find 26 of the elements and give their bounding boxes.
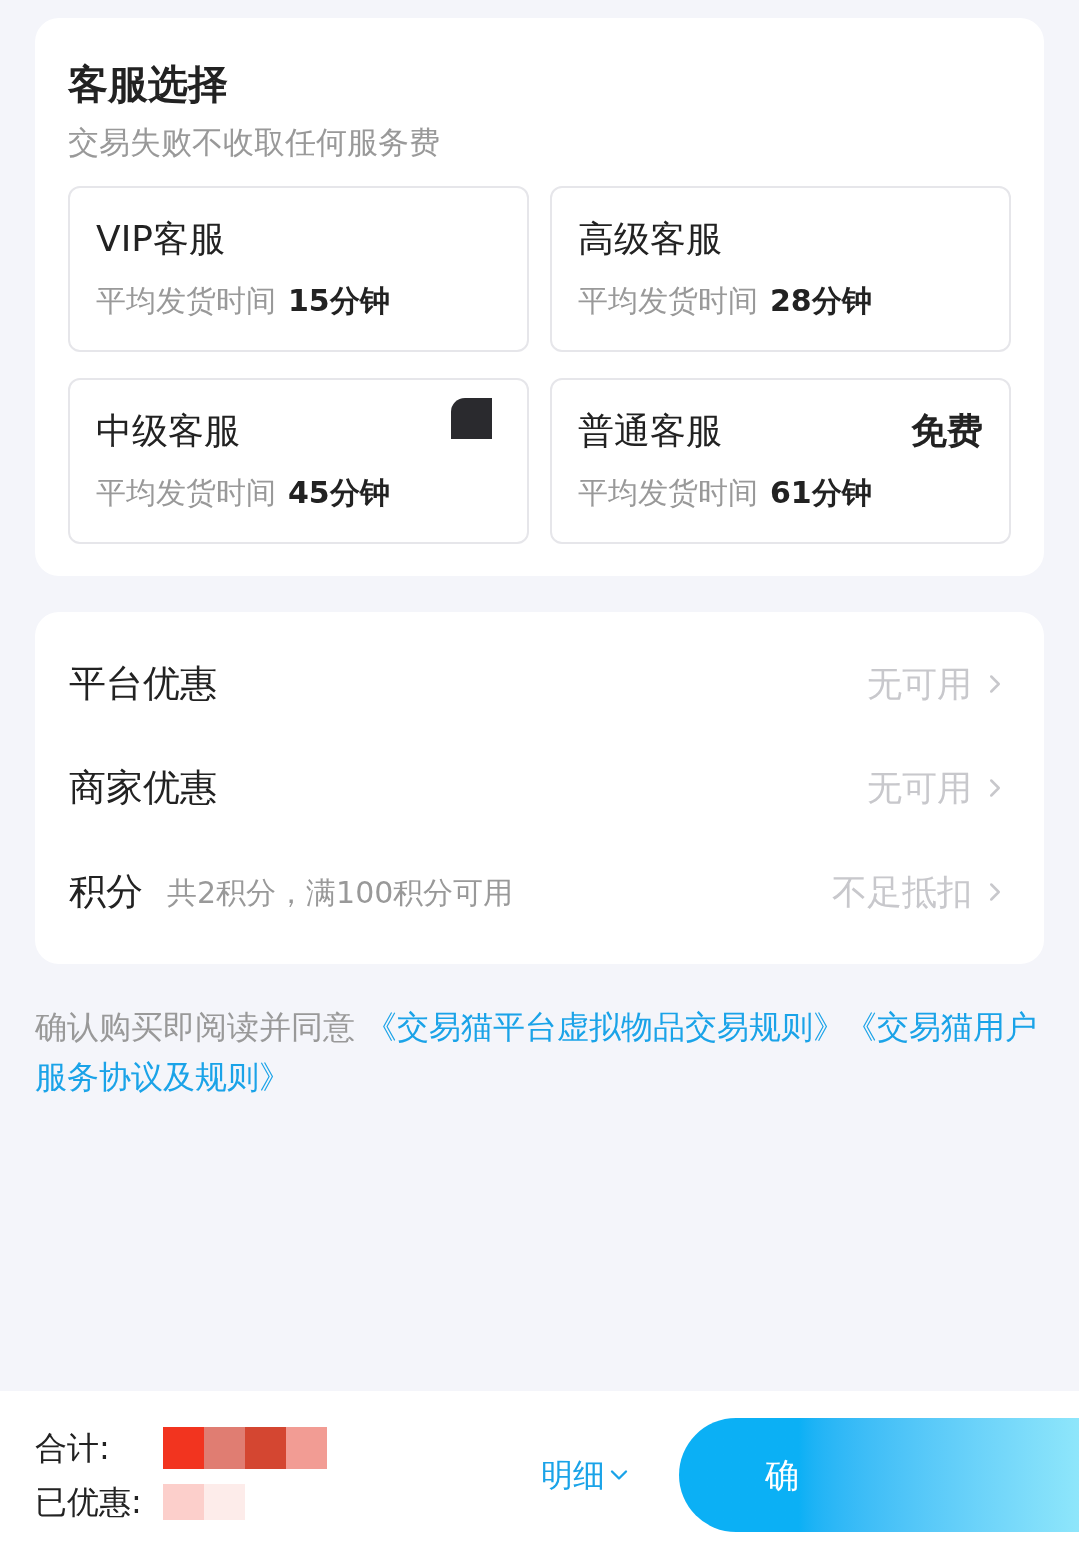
row-label: 积分 — [69, 869, 143, 916]
total-label: 合计: — [35, 1428, 111, 1469]
service-option[interactable]: 中级客服 平均发货时间 45分钟 — [68, 378, 529, 544]
option-name: VIP客服 — [96, 217, 225, 261]
row-label: 平台优惠 — [69, 661, 217, 708]
service-option[interactable]: 普通客服 免费 平均发货时间 61分钟 — [550, 378, 1011, 544]
free-label: 免费 — [911, 409, 983, 453]
option-name: 高级客服 — [578, 217, 722, 261]
delivery-label: 平均发货时间 — [96, 474, 276, 512]
option-name: 中级客服 — [96, 409, 240, 453]
delivery-time: 15分钟 — [288, 282, 390, 320]
delivery-label: 平均发货时间 — [96, 282, 276, 320]
delivery-time: 28分钟 — [770, 282, 872, 320]
delivery-label: 平均发货时间 — [578, 474, 758, 512]
service-option[interactable]: VIP客服 平均发货时间 15分钟 — [68, 186, 529, 352]
section-title: 客服选择 — [68, 60, 229, 109]
delivery-time: 45分钟 — [288, 474, 390, 512]
service-option[interactable]: 高级客服 平均发货时间 28分钟 — [550, 186, 1011, 352]
points-note: 共2积分，满100积分可用 — [167, 873, 514, 912]
agreement-text: 确认购买即阅读并同意 《交易猫平台虚拟物品交易规则》《交易猫用户服务协议及规则》 — [35, 1007, 1039, 1098]
delivery-label: 平均发货时间 — [578, 282, 758, 320]
discount-label: 已优惠: — [35, 1482, 143, 1523]
row-label: 商家优惠 — [69, 765, 217, 812]
delivery-time: 61分钟 — [770, 474, 872, 512]
option-name: 普通客服 — [578, 409, 722, 453]
section-subtitle: 交易失败不收取任何服务费 — [68, 123, 441, 162]
